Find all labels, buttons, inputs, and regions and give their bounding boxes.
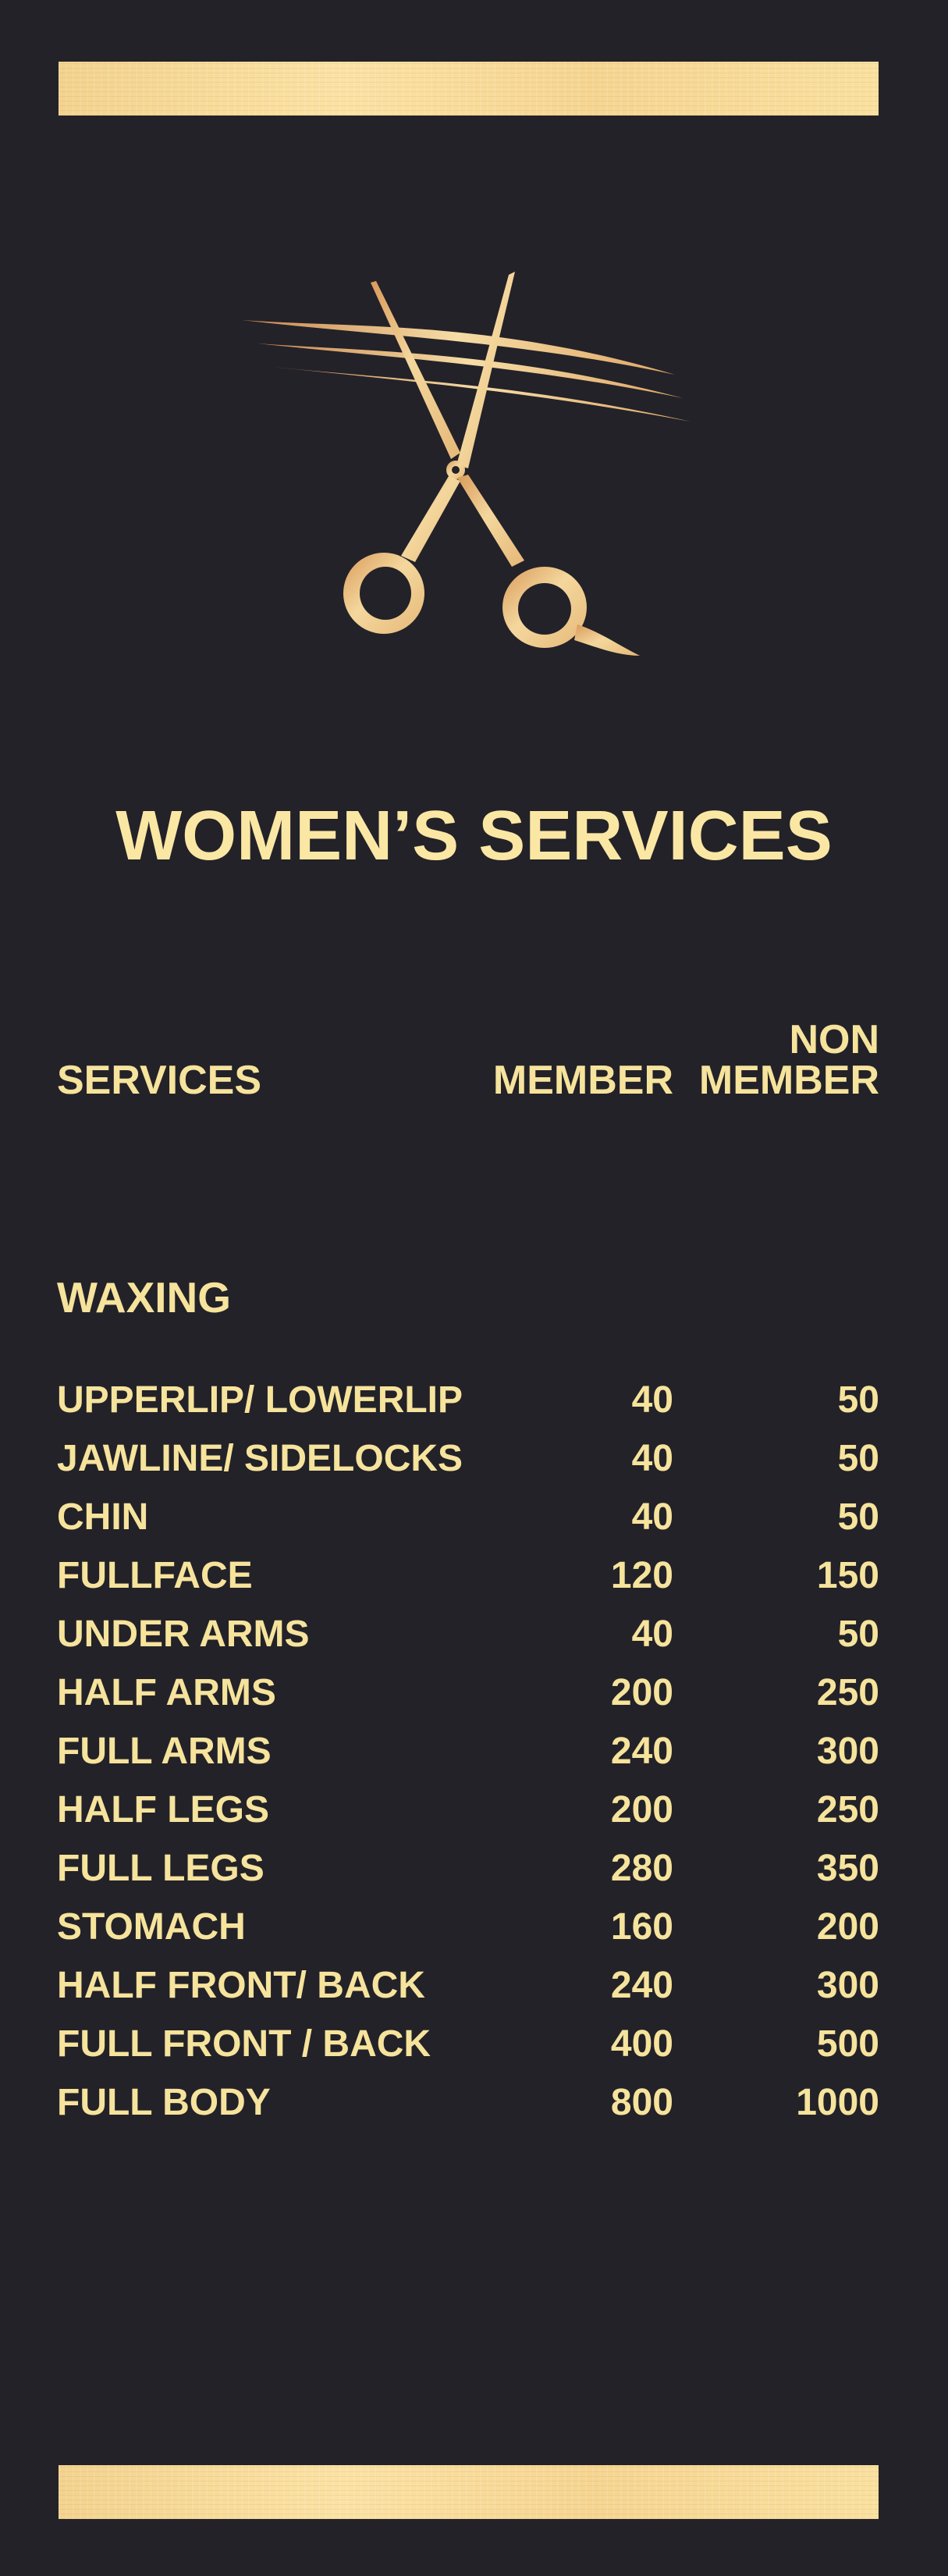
non-member-price: 250 <box>816 1789 879 1831</box>
bottom-decorative-bar <box>59 2465 879 2519</box>
price-row: JAWLINE/ SIDELOCKS 40 50 <box>0 1429 948 1488</box>
member-price: 240 <box>610 1965 673 2006</box>
service-name: FULL ARMS <box>57 1731 272 1772</box>
price-row: FULL FRONT / BACK 400 500 <box>0 2015 948 2073</box>
page-title: WOMEN’S SERVICES <box>115 797 833 875</box>
member-price: 240 <box>610 1731 673 1772</box>
price-row: STOMACH 160 200 <box>0 1898 948 1956</box>
top-decorative-bar <box>59 62 879 116</box>
non-member-price: 200 <box>816 1906 879 1948</box>
non-member-price: 50 <box>837 1496 879 1538</box>
member-price: 200 <box>610 1789 673 1831</box>
member-price: 280 <box>610 1848 673 1889</box>
service-name: FULL FRONT / BACK <box>57 2023 431 2065</box>
price-row: FULL LEGS 280 350 <box>0 1839 948 1898</box>
price-row: UNDER ARMS 40 50 <box>0 1605 948 1663</box>
member-column-header: MEMBER <box>492 1058 673 1103</box>
member-price: 40 <box>631 1614 673 1655</box>
non-member-price: 50 <box>837 1614 879 1655</box>
section-title-waxing: WAXING <box>57 1273 232 1322</box>
price-list: UPPERLIP/ LOWERLIP 40 50 JAWLINE/ SIDELO… <box>0 1371 948 2132</box>
member-price: 40 <box>631 1438 673 1479</box>
member-price: 400 <box>610 2023 673 2065</box>
non-member-header-line1: NON <box>789 1017 879 1062</box>
price-row: FULLFACE 120 150 <box>0 1546 948 1605</box>
non-member-price: 300 <box>816 1965 879 2006</box>
non-member-price: 250 <box>816 1672 879 1713</box>
service-name: UNDER ARMS <box>57 1614 310 1655</box>
scissors-logo-icon <box>242 272 691 656</box>
non-member-price: 50 <box>837 1379 879 1421</box>
service-name: CHIN <box>57 1496 149 1538</box>
member-price: 160 <box>610 1906 673 1948</box>
service-name: UPPERLIP/ LOWERLIP <box>57 1379 463 1421</box>
service-name: FULLFACE <box>57 1555 253 1596</box>
price-row: FULL BODY 800 1000 <box>0 2073 948 2132</box>
service-name: HALF FRONT/ BACK <box>57 1965 425 2006</box>
price-row: CHIN 40 50 <box>0 1488 948 1546</box>
member-price: 200 <box>610 1672 673 1713</box>
price-row: HALF LEGS 200 250 <box>0 1781 948 1839</box>
non-member-price: 300 <box>816 1731 879 1772</box>
non-member-header-line2: MEMBER <box>698 1058 879 1103</box>
service-name: STOMACH <box>57 1906 246 1948</box>
non-member-column-header: NON MEMBER <box>699 1019 879 1101</box>
member-price: 800 <box>610 2082 673 2123</box>
service-name: FULL BODY <box>57 2082 271 2123</box>
price-row: UPPERLIP/ LOWERLIP 40 50 <box>0 1371 948 1429</box>
non-member-price: 350 <box>816 1848 879 1889</box>
price-row: HALF FRONT/ BACK 240 300 <box>0 1956 948 2015</box>
price-row: FULL ARMS 240 300 <box>0 1722 948 1781</box>
non-member-price: 500 <box>816 2023 879 2065</box>
service-name: JAWLINE/ SIDELOCKS <box>57 1438 463 1479</box>
member-price: 120 <box>610 1555 673 1596</box>
service-name: FULL LEGS <box>57 1848 265 1889</box>
non-member-price: 1000 <box>796 2082 879 2123</box>
service-name: HALF ARMS <box>57 1672 276 1713</box>
services-column-header: SERVICES <box>57 1058 262 1103</box>
service-name: HALF LEGS <box>57 1789 269 1831</box>
member-price: 40 <box>631 1496 673 1538</box>
non-member-price: 150 <box>816 1555 879 1596</box>
member-price: 40 <box>631 1379 673 1421</box>
price-row: HALF ARMS 200 250 <box>0 1663 948 1722</box>
non-member-price: 50 <box>837 1438 879 1479</box>
